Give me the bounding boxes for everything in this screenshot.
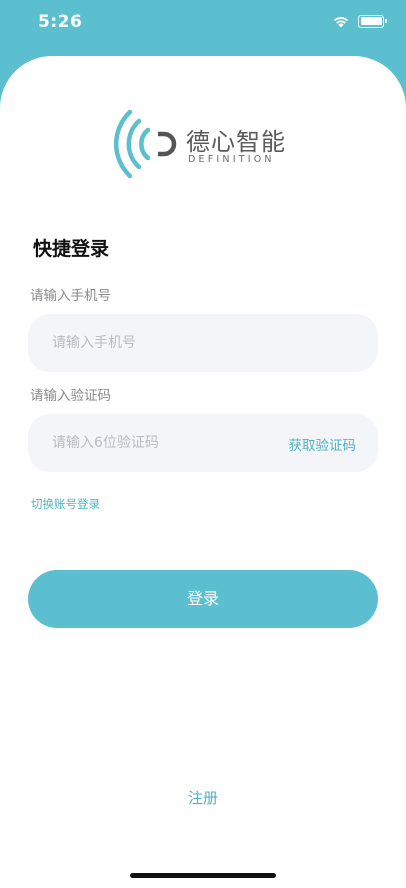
- code-label: 请输入验证码: [30, 388, 111, 404]
- logo-name-en: DEFINITION: [188, 154, 275, 165]
- get-code-button[interactable]: 获取验证码: [289, 434, 357, 454]
- verification-code-input[interactable]: [52, 414, 292, 472]
- code-field-container: 获取验证码: [28, 414, 378, 472]
- app-screen: 5:26 德心智能 DEFINITION 快捷登录 请输入手机号 请输入验证码: [0, 0, 406, 888]
- phone-label: 请输入手机号: [30, 288, 111, 304]
- switch-account-link[interactable]: 切换账号登录: [31, 496, 100, 512]
- logo-name-cn: 德心智能: [186, 128, 286, 156]
- status-bar: 5:26: [0, 0, 406, 48]
- home-indicator: [130, 873, 276, 878]
- status-icons: [332, 14, 387, 28]
- phone-field-container: [28, 314, 378, 372]
- phone-input[interactable]: [52, 314, 292, 372]
- battery-level: [360, 17, 382, 25]
- logo-mark-icon: [114, 109, 177, 179]
- login-button[interactable]: 登录: [28, 570, 378, 628]
- wifi-icon: [333, 17, 349, 28]
- status-time: 5:26: [38, 12, 83, 32]
- battery-icon: [358, 14, 387, 28]
- register-link[interactable]: 注册: [0, 787, 406, 808]
- brand-logo: 德心智能 DEFINITION: [108, 104, 298, 184]
- page-title: 快捷登录: [33, 238, 110, 260]
